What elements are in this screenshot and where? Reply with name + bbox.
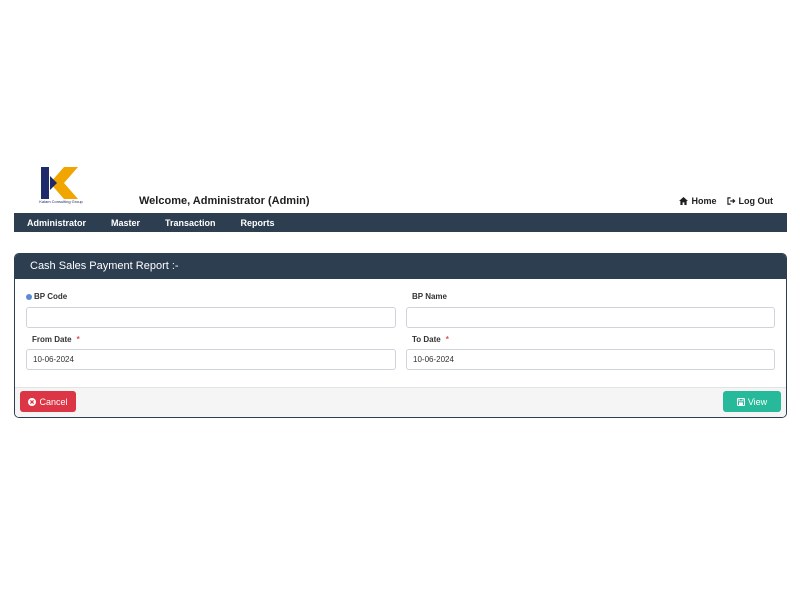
- save-icon: [736, 397, 745, 406]
- logo-caption: Kalam Consulting Group: [39, 199, 83, 204]
- required-marker: *: [76, 335, 80, 344]
- nav-item-transaction[interactable]: Transaction: [165, 218, 216, 228]
- bp-code-input[interactable]: [26, 307, 396, 328]
- info-dot-icon: [26, 293, 32, 300]
- home-link[interactable]: Home: [679, 196, 717, 206]
- home-link-label: Home: [691, 196, 717, 206]
- to-date-input[interactable]: 10-06-2024: [406, 349, 775, 370]
- logout-icon: [726, 197, 735, 205]
- company-logo: Kalam Consulting Group: [38, 166, 84, 208]
- cancel-button-label: Cancel: [39, 396, 68, 407]
- welcome-message: Welcome, Administrator (Admin): [139, 195, 310, 207]
- home-icon: [679, 197, 689, 205]
- cancel-button[interactable]: Cancel: [20, 391, 76, 412]
- logout-link[interactable]: Log Out: [726, 196, 774, 206]
- bp-name-input[interactable]: [406, 307, 775, 328]
- nav-item-administrator[interactable]: Administrator: [27, 218, 86, 228]
- cancel-icon: [28, 397, 37, 406]
- bp-code-label: BP Code: [26, 292, 67, 301]
- bp-name-label: BP Name: [412, 292, 447, 301]
- required-marker: *: [445, 335, 449, 344]
- main-navbar: Administrator Master Transaction Reports: [14, 213, 787, 232]
- nav-item-master[interactable]: Master: [111, 218, 140, 228]
- from-date-label-text: From Date: [32, 335, 72, 344]
- view-button-label: View: [747, 396, 768, 407]
- to-date-label-text: To Date: [412, 335, 441, 344]
- bp-code-label-text: BP Code: [34, 292, 68, 301]
- to-date-label: To Date *: [412, 335, 449, 344]
- panel-title: Cash Sales Payment Report :-: [15, 254, 786, 279]
- view-button[interactable]: View: [723, 391, 781, 412]
- logout-link-label: Log Out: [738, 196, 774, 206]
- from-date-input[interactable]: 10-06-2024: [26, 349, 396, 370]
- from-date-label: From Date *: [32, 335, 80, 344]
- panel-footer: Cancel View: [15, 387, 786, 417]
- report-panel: Cash Sales Payment Report :- BP Code BP …: [14, 253, 787, 418]
- top-links: Home Log Out: [679, 196, 773, 206]
- nav-item-reports[interactable]: Reports: [241, 218, 275, 228]
- logo-icon: [41, 167, 78, 199]
- bp-name-label-text: BP Name: [412, 292, 447, 301]
